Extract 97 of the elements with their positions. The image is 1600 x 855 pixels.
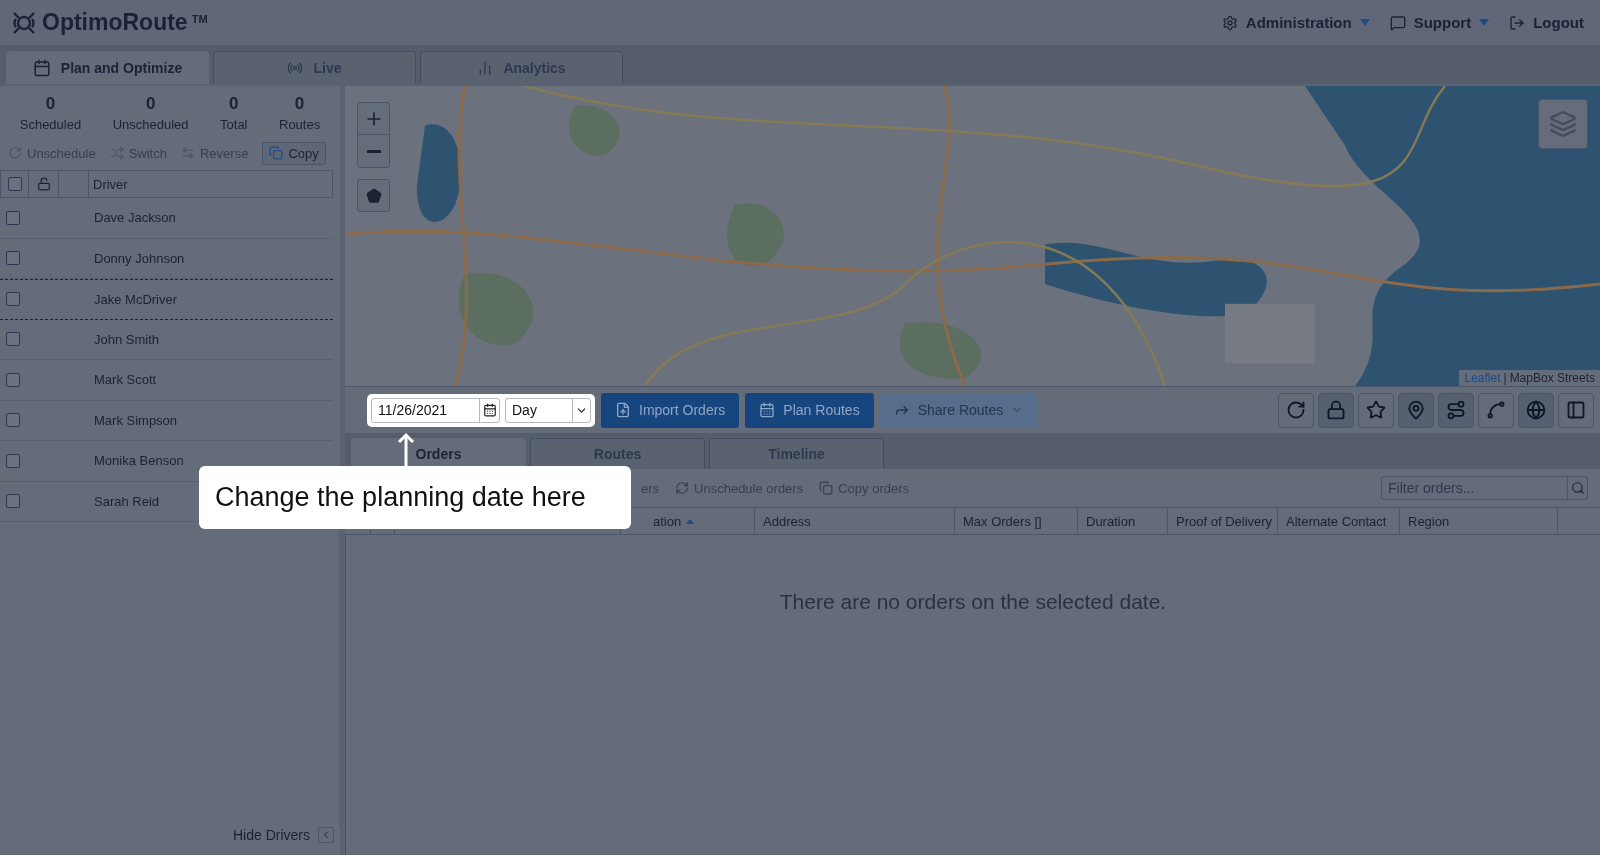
chat-icon xyxy=(1389,14,1406,31)
period-select[interactable]: Day xyxy=(505,397,591,423)
column-header[interactable]: Region xyxy=(1408,513,1450,529)
map-tool-button[interactable] xyxy=(1478,392,1514,428)
column-header[interactable]: Proof of Delivery xyxy=(1176,513,1273,529)
driver-name: Mark Simpson xyxy=(94,412,178,428)
map-tool-button[interactable] xyxy=(1278,392,1314,428)
copy-icon xyxy=(269,146,284,160)
driver-name: Sarah Reid xyxy=(94,493,160,509)
app-logo: OptimoRoute xyxy=(42,9,188,36)
file-upload-icon xyxy=(615,402,631,418)
calendar-icon xyxy=(759,402,776,418)
driver-row[interactable]: Mark Scott xyxy=(0,360,333,401)
stat-value: 0 xyxy=(294,94,305,114)
checkbox[interactable] xyxy=(6,210,20,225)
date-input[interactable]: 11/26/2021 xyxy=(372,402,479,418)
column-header[interactable]: ation xyxy=(653,513,682,529)
driver-action-button[interactable]: Copy xyxy=(262,141,326,165)
driver-name: Monika Benson xyxy=(94,453,184,469)
calendar-icon xyxy=(32,59,51,77)
layers-button[interactable] xyxy=(1538,99,1588,149)
stat-value: 0 xyxy=(229,94,239,114)
column-header[interactable]: Duration xyxy=(1086,513,1136,529)
lock-icon xyxy=(1326,400,1346,420)
column-header[interactable]: Max Orders [] xyxy=(963,513,1042,529)
minus-icon xyxy=(366,149,381,153)
checkbox[interactable] xyxy=(6,372,20,387)
action-button[interactable]: Plan Routes xyxy=(745,392,874,428)
map-tool-button[interactable] xyxy=(1358,392,1394,428)
stat-label: Unscheduled xyxy=(112,117,189,132)
trademark-mark: TM xyxy=(191,12,208,25)
stat-value: 0 xyxy=(145,94,156,114)
column-header[interactable]: Address xyxy=(763,513,811,529)
swap-icon xyxy=(180,146,195,160)
checkbox[interactable] xyxy=(6,332,20,347)
nav-link[interactable]: Logout xyxy=(1509,14,1584,31)
checkbox[interactable] xyxy=(6,413,20,428)
star-icon xyxy=(1366,400,1386,420)
driver-name: Jake McDriver xyxy=(94,291,178,307)
stat-label: Total xyxy=(220,117,248,132)
caret-icon xyxy=(1479,19,1490,26)
calendar-icon xyxy=(482,403,497,417)
map-tool-button[interactable] xyxy=(1518,392,1554,428)
leaflet-link[interactable]: Leaflet xyxy=(1464,371,1501,385)
driver-name: Dave Jackson xyxy=(94,210,176,226)
driver-row[interactable]: Mark Simpson xyxy=(0,400,333,441)
checkbox[interactable] xyxy=(6,251,20,266)
driver-name: John Smith xyxy=(94,331,160,347)
map-attribution: MapBox Streets xyxy=(1509,371,1595,385)
driver-row[interactable]: Donny Johnson xyxy=(0,238,333,279)
shuffle-icon xyxy=(109,146,124,160)
draw-polygon-button[interactable] xyxy=(357,179,390,212)
checkbox[interactable] xyxy=(6,494,20,509)
map-pin-icon xyxy=(1406,400,1426,420)
nav-link[interactable]: Support xyxy=(1389,14,1490,31)
rotate-icon xyxy=(8,146,22,160)
column-header: Driver xyxy=(92,176,129,192)
logout-icon xyxy=(1509,14,1526,31)
map-tool-button[interactable] xyxy=(1318,392,1354,428)
caret-icon xyxy=(1359,19,1370,26)
pentagon-icon xyxy=(365,187,382,204)
empty-message: There are no orders on the selected date. xyxy=(779,590,1167,615)
date-field[interactable]: 11/26/2021 xyxy=(371,397,500,423)
separator: | xyxy=(1503,371,1507,385)
search-icon xyxy=(1570,481,1585,495)
collapse-button[interactable] xyxy=(318,827,334,843)
sidebar-icon xyxy=(1566,400,1586,420)
nav-link[interactable]: Administration xyxy=(1221,14,1370,31)
main-tab[interactable]: Plan and Optimize xyxy=(6,51,209,84)
driver-name: Mark Scott xyxy=(94,372,157,388)
driver-row[interactable]: Jake McDriver xyxy=(0,279,333,320)
map-tool-button[interactable] xyxy=(1438,392,1474,428)
copy-icon xyxy=(819,481,834,495)
refresh-icon xyxy=(675,481,690,495)
stat-label: Routes xyxy=(279,117,321,132)
route-icon xyxy=(1446,400,1466,420)
globe-icon xyxy=(1526,400,1546,420)
checkbox[interactable] xyxy=(7,177,22,191)
stat-label: Scheduled xyxy=(19,117,82,132)
unlock-icon xyxy=(36,177,51,191)
broadcast-icon xyxy=(287,60,304,76)
sort-ascending-icon xyxy=(686,518,695,524)
checkbox[interactable] xyxy=(6,453,20,468)
hide-drivers-label: Hide Drivers xyxy=(233,827,310,843)
layers-icon xyxy=(1549,110,1577,138)
stat-value: 0 xyxy=(45,94,56,114)
action-button[interactable]: Import Orders xyxy=(601,392,740,428)
driver-row[interactable]: John Smith xyxy=(0,319,333,360)
map-tool-button[interactable] xyxy=(1558,392,1594,428)
path-icon xyxy=(1486,400,1506,420)
refresh-icon xyxy=(1286,400,1306,420)
column-header[interactable]: Alternate Contact xyxy=(1286,513,1387,529)
driver-row[interactable]: Dave Jackson xyxy=(0,198,333,239)
driver-name: Donny Johnson xyxy=(94,250,185,266)
checkbox[interactable] xyxy=(6,292,20,307)
settings-icon xyxy=(1221,14,1238,31)
map-tool-button[interactable] xyxy=(1398,392,1434,428)
